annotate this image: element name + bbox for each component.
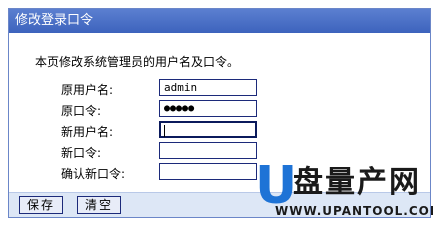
old-username-label: 原用户名:	[61, 83, 114, 97]
new-password-field[interactable]	[159, 142, 257, 159]
watermark-logo: U 盘量产网 WWW.UPANTOOL.COM	[255, 160, 433, 223]
logo-text: 盘量产网	[293, 165, 421, 200]
new-username-field[interactable]	[159, 121, 257, 138]
old-password-label: 原口令:	[61, 104, 102, 118]
old-password-field[interactable]: ●●●●●	[159, 100, 257, 117]
form-description: 本页修改系统管理员的用户名及口令。	[35, 55, 240, 69]
confirm-password-label: 确认新口令:	[61, 167, 126, 181]
text-caret	[164, 125, 165, 137]
panel-title: 修改登录口令	[9, 9, 430, 33]
save-button[interactable]: 保存	[19, 196, 63, 214]
logo-url: WWW.UPANTOOL.COM	[275, 204, 433, 218]
clear-button[interactable]: 清空	[77, 196, 121, 214]
new-username-label: 新用户名:	[61, 125, 114, 139]
new-password-label: 新口令:	[61, 146, 102, 160]
confirm-password-field[interactable]	[159, 163, 257, 180]
old-username-field[interactable]: admin	[159, 79, 257, 96]
